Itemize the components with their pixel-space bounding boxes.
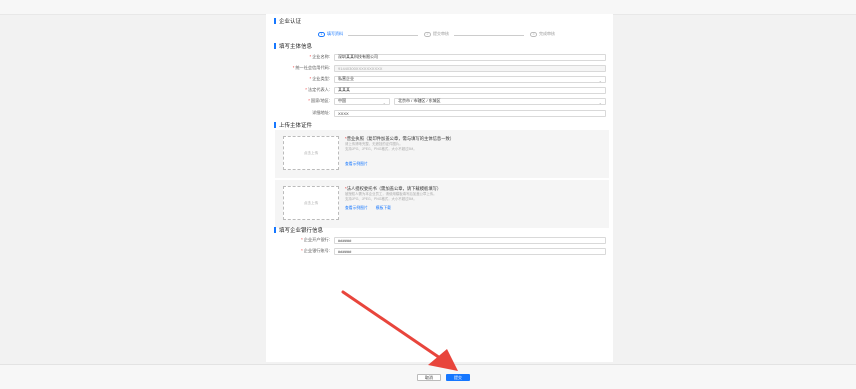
- step-connector: [348, 35, 418, 36]
- legal-person-label: *法定代表人:: [305, 87, 330, 92]
- address-label: 详细地址:: [312, 110, 330, 115]
- section-title-text: 填写企业银行信息: [279, 228, 324, 234]
- step-connector: [454, 35, 524, 36]
- bank-name-input[interactable]: ######: [334, 236, 606, 244]
- row-credit-code: *统一社会信用代码: 91440300XXXXXXXXXX: [274, 64, 610, 72]
- credit-code-input[interactable]: 91440300XXXXXXXXXX: [334, 64, 606, 72]
- company-name-input[interactable]: 深圳某某科技有限公司: [334, 53, 606, 61]
- section-title-basic: 填写主体信息: [274, 42, 312, 50]
- title-accent-bar: [274, 18, 276, 24]
- chevron-down-icon: ⌄: [382, 99, 386, 105]
- step-3-label: 完成审核: [539, 31, 555, 36]
- row-address: 详细地址: XXXX: [274, 109, 610, 117]
- page-title-text: 企业认证: [279, 19, 302, 25]
- company-type-select[interactable]: 私营企业 ⌄: [334, 75, 606, 83]
- upload-description: 支持JPG、JPEG、PNG格式，大小不超过5M。: [345, 147, 417, 151]
- country-select[interactable]: 中国 ⌄: [334, 97, 390, 105]
- row-company-type: *企业类型: 私营企业 ⌄: [274, 75, 610, 83]
- section-accent-bar: [274, 43, 276, 49]
- chevron-down-icon: ⌄: [598, 99, 602, 105]
- step-3-number: 3: [530, 31, 537, 37]
- step-2-number: 2: [424, 31, 431, 37]
- row-company-name: *企业名称: 深圳某某科技有限公司: [274, 53, 610, 61]
- step-1-number: 1: [318, 31, 325, 37]
- step-2-label: 提交审核: [433, 31, 449, 36]
- template-download-link[interactable]: 模板下载: [376, 206, 391, 211]
- row-region: *国家/地区: 中国 ⌄ 北京市 / 市辖区 / 东城区 ⌄: [274, 97, 610, 105]
- page-title: 企业认证: [274, 17, 301, 25]
- region-cascader[interactable]: 北京市 / 市辖区 / 东城区 ⌄: [394, 97, 606, 105]
- step-1-label: 填写资料: [327, 31, 343, 36]
- upload-info: *营业执照（复印件加盖公章，需与填写的主体信息一致） 请上传清晰完整、无遮挡的证…: [345, 136, 605, 167]
- submit-button[interactable]: 提交: [446, 374, 470, 381]
- upload-area[interactable]: 点击上传: [283, 136, 339, 170]
- section-title-text: 上传主体证件: [279, 123, 313, 129]
- upload-panel-authorization: 点击上传 *法人授权委托书（需加盖公章，请下载模板填写） 被授权人需为本企业员工…: [275, 180, 609, 228]
- credit-code-label: *统一社会信用代码:: [292, 65, 330, 70]
- step-2: 2 提交审核: [424, 31, 449, 37]
- address-input[interactable]: XXXX: [334, 109, 606, 117]
- step-3: 3 完成审核: [530, 31, 555, 37]
- row-bank-name: *企业开户银行: ######: [274, 236, 610, 244]
- bank-account-input[interactable]: ######: [334, 247, 606, 255]
- upload-description: 支持JPG、JPEG、PNG格式，大小不超过5M。: [345, 197, 417, 201]
- view-example-link[interactable]: 查看示例图片: [345, 162, 368, 167]
- upload-info: *法人授权委托书（需加盖公章，请下载模板填写） 被授权人需为本企业员工，请使用模…: [345, 186, 605, 211]
- section-title-upload: 上传主体证件: [274, 121, 312, 129]
- view-example-link[interactable]: 查看示例图片: [345, 206, 368, 211]
- company-type-label: *企业类型:: [309, 76, 330, 81]
- footer-bar: 取消 提交: [0, 364, 856, 389]
- region-label: *国家/地区:: [308, 98, 330, 103]
- row-legal-person: *法定代表人: 某某某: [274, 86, 610, 94]
- step-indicator: 1 填写资料 2 提交审核 3 完成审核: [316, 31, 576, 39]
- chevron-down-icon: ⌄: [598, 77, 602, 83]
- section-title-bank: 填写企业银行信息: [274, 226, 323, 234]
- section-title-text: 填写主体信息: [279, 44, 313, 50]
- bank-account-label: *企业银行账号:: [301, 248, 330, 253]
- legal-person-input[interactable]: 某某某: [334, 86, 606, 94]
- company-name-label: *企业名称:: [309, 54, 330, 59]
- upload-area[interactable]: 点击上传: [283, 186, 339, 220]
- section-accent-bar: [274, 227, 276, 233]
- bank-name-label: *企业开户银行:: [301, 237, 330, 242]
- cancel-button[interactable]: 取消: [417, 374, 441, 381]
- row-bank-account: *企业银行账号: ######: [274, 247, 610, 255]
- step-1: 1 填写资料: [318, 31, 343, 37]
- upload-panel-license: 点击上传 *营业执照（复印件加盖公章，需与填写的主体信息一致） 请上传清晰完整、…: [275, 130, 609, 178]
- top-bar: [0, 0, 856, 15]
- section-accent-bar: [274, 122, 276, 128]
